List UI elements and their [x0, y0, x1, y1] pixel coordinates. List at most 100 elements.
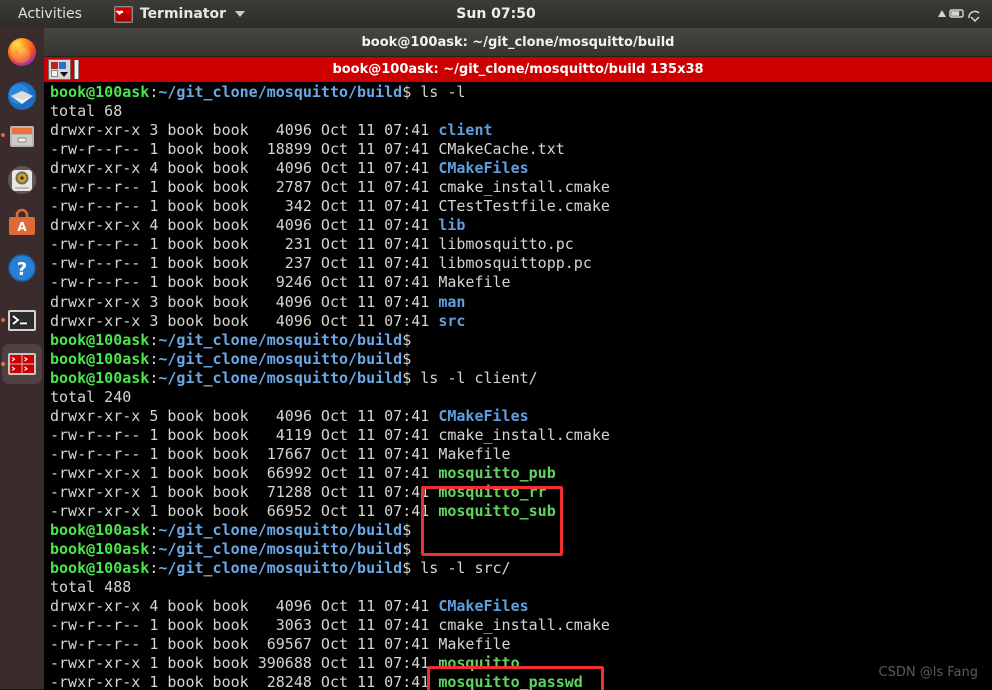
prompt-user: book@100ask	[50, 368, 150, 387]
window-titlebar[interactable]: book@100ask: ~/git_clone/mosquitto/build	[44, 28, 992, 57]
prompt-user: book@100ask	[50, 521, 150, 540]
prompt-path: ~/git_clone/mosquitto/build	[158, 521, 403, 540]
prompt-user: book@100ask	[50, 349, 150, 368]
file-meta: drwxr-xr-x 4 book book 4096 Oct 11 07:41	[50, 597, 439, 616]
file-meta: -rwxr-xr-x 1 book book 71288 Oct 11 07:4…	[50, 482, 439, 501]
file-meta: -rw-r--r-- 1 book book 3063 Oct 11 07:41	[50, 616, 439, 635]
file-name: cmake_install.cmake	[438, 178, 610, 197]
file-meta: -rw-r--r-- 1 book book 9246 Oct 11 07:41	[50, 273, 439, 292]
file-meta: drwxr-xr-x 4 book book 4096 Oct 11 07:41	[50, 216, 439, 235]
dock-item-files[interactable]	[6, 120, 38, 152]
dock-item-rhythmbox[interactable]	[6, 164, 38, 196]
file-listing-row: -rwxr-xr-x 1 book book 71288 Oct 11 07:4…	[50, 483, 992, 502]
dock-item-thunderbird[interactable]	[6, 80, 38, 112]
prompt-user: book@100ask	[50, 83, 150, 101]
terminal-body[interactable]: book@100ask:~/git_clone/mosquitto/build$…	[44, 82, 992, 690]
file-name: man	[438, 292, 466, 311]
file-listing-row: -rw-r--r-- 1 book book 231 Oct 11 07:41 …	[50, 235, 992, 254]
prompt-command: $	[402, 540, 412, 559]
file-name: mosquitto_pub	[438, 463, 556, 482]
file-name: CMakeFiles	[438, 406, 529, 425]
terminal-prompt-line: book@100ask:~/git_clone/mosquitto/build$	[50, 331, 992, 350]
system-indicators-icon	[938, 9, 980, 22]
prompt-command: $	[402, 349, 412, 368]
terminal-tab-bar: book@100ask: ~/git_clone/mosquitto/build…	[44, 57, 992, 82]
file-name: cmake_install.cmake	[438, 616, 610, 635]
file-meta: -rwxr-xr-x 1 book book 66992 Oct 11 07:4…	[50, 463, 439, 482]
terminal-prompt-line: book@100ask:~/git_clone/mosquitto/build$	[50, 540, 992, 559]
file-listing-row: drwxr-xr-x 3 book book 4096 Oct 11 07:41…	[50, 293, 992, 312]
file-name: src	[438, 311, 466, 330]
terminal-text: total 68	[50, 102, 123, 121]
prompt-path: ~/git_clone/mosquitto/build	[158, 559, 403, 578]
prompt-command: $ ls -l src/	[402, 559, 511, 578]
file-name: CMakeFiles	[438, 159, 529, 178]
prompt-command: $ ls -l	[402, 83, 466, 101]
app-menu[interactable]: Terminator	[113, 5, 245, 23]
file-listing-row: drwxr-xr-x 4 book book 4096 Oct 11 07:41…	[50, 597, 992, 616]
file-name: CTestTestfile.cmake	[438, 197, 610, 216]
terminal-tab-title: book@100ask: ~/git_clone/mosquitto/build…	[332, 62, 704, 77]
file-name: Makefile	[438, 273, 511, 292]
chevron-down-icon	[60, 72, 68, 77]
ubuntu-dock: A ?	[0, 28, 45, 689]
terminator-icon	[8, 353, 36, 375]
dock-item-ubuntu-software[interactable]: A	[6, 208, 38, 240]
file-name: cmake_install.cmake	[438, 425, 610, 444]
split-quadrant-1	[51, 62, 58, 69]
dock-item-firefox[interactable]	[6, 36, 38, 68]
file-name: Makefile	[438, 635, 511, 654]
file-listing-row: drwxr-xr-x 4 book book 4096 Oct 11 07:41…	[50, 159, 992, 178]
rhythmbox-icon	[8, 166, 36, 194]
file-listing-row: -rw-r--r-- 1 book book 342 Oct 11 07:41 …	[50, 197, 992, 216]
split-layout-icon[interactable]	[48, 59, 71, 80]
terminal-prompt-line: book@100ask:~/git_clone/mosquitto/build$…	[50, 369, 992, 388]
file-name: mosquitto	[438, 654, 520, 673]
terminal-text: total 240	[50, 387, 132, 406]
svg-text:?: ?	[17, 259, 27, 280]
file-meta: -rw-r--r-- 1 book book 18899 Oct 11 07:4…	[50, 140, 439, 159]
system-status-area[interactable]	[936, 0, 982, 28]
terminal-prompt-line: book@100ask:~/git_clone/mosquitto/build$…	[50, 83, 992, 102]
file-meta: -rw-r--r-- 1 book book 69567 Oct 11 07:4…	[50, 635, 439, 654]
file-meta: drwxr-xr-x 3 book book 4096 Oct 11 07:41	[50, 121, 439, 140]
dock-item-terminator[interactable]	[2, 344, 42, 384]
dock-item-terminal[interactable]	[6, 304, 38, 336]
prompt-command: $ ls -l client/	[402, 368, 538, 387]
file-meta: drwxr-xr-x 4 book book 4096 Oct 11 07:41	[50, 159, 439, 178]
dock-running-dot-files	[1, 133, 5, 137]
chevron-down-icon[interactable]	[234, 11, 245, 17]
prompt-user: book@100ask	[50, 559, 150, 578]
file-name: lib	[438, 216, 466, 235]
terminal-icon	[8, 310, 36, 331]
file-meta: drwxr-xr-x 3 book book 4096 Oct 11 07:41	[50, 292, 439, 311]
file-meta: -rw-r--r-- 1 book book 17667 Oct 11 07:4…	[50, 444, 439, 463]
file-meta: drwxr-xr-x 5 book book 4096 Oct 11 07:41	[50, 406, 439, 425]
dock-item-help[interactable]: ?	[6, 252, 38, 284]
file-name: mosquitto_rr	[438, 482, 547, 501]
terminal-text-line: total 488	[50, 578, 992, 597]
app-menu-label: Terminator	[139, 6, 226, 22]
file-meta: -rw-r--r-- 1 book book 231 Oct 11 07:41	[50, 235, 439, 254]
activities-button[interactable]: Activities	[12, 4, 88, 24]
thunderbird-icon	[8, 82, 36, 110]
file-name: libmosquittopp.pc	[438, 254, 592, 273]
help-icon: ?	[8, 254, 36, 282]
file-meta: -rw-r--r-- 1 book book 237 Oct 11 07:41	[50, 254, 439, 273]
prompt-user: book@100ask	[50, 540, 150, 559]
file-meta: drwxr-xr-x 3 book book 4096 Oct 11 07:41	[50, 311, 439, 330]
terminator-icon	[113, 5, 133, 23]
file-meta: -rwxr-xr-x 1 book book 66952 Oct 11 07:4…	[50, 502, 439, 521]
file-name: client	[438, 121, 493, 140]
file-listing-row: drwxr-xr-x 3 book book 4096 Oct 11 07:41…	[50, 312, 992, 331]
file-name: Makefile	[438, 444, 511, 463]
file-listing-row: -rw-r--r-- 1 book book 17667 Oct 11 07:4…	[50, 445, 992, 464]
file-listing-row: -rwxr-xr-x 1 book book 66952 Oct 11 07:4…	[50, 502, 992, 521]
file-meta: -rw-r--r-- 1 book book 4119 Oct 11 07:41	[50, 425, 439, 444]
file-listing-row: -rw-r--r-- 1 book book 9246 Oct 11 07:41…	[50, 273, 992, 292]
file-meta: -rwxr-xr-x 1 book book 390688 Oct 11 07:…	[50, 654, 439, 673]
terminal-text-line: total 68	[50, 102, 992, 121]
prompt-user: book@100ask	[50, 330, 150, 349]
prompt-path: ~/git_clone/mosquitto/build	[158, 540, 403, 559]
file-listing-row: -rw-r--r-- 1 book book 18899 Oct 11 07:4…	[50, 140, 992, 159]
